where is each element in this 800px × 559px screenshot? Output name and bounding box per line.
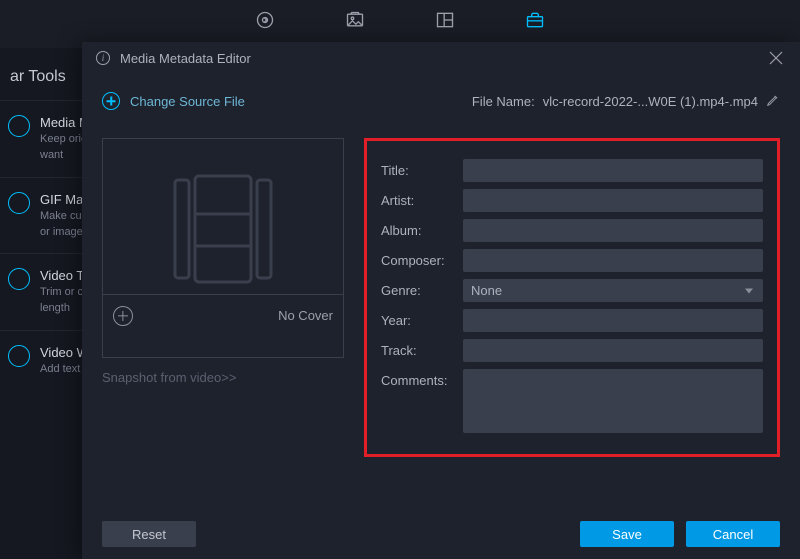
add-cover-row: No Cover <box>103 294 343 336</box>
play-icon[interactable] <box>255 10 275 30</box>
track-label: Track: <box>381 339 453 358</box>
comments-label: Comments: <box>381 369 453 388</box>
sidebar-item-trim[interactable]: Video Tr Trim or c length <box>0 253 88 330</box>
reset-button[interactable]: Reset <box>102 521 196 547</box>
sidebar-item-desc: length <box>40 301 88 315</box>
sidebar: ar Tools Media M Keep orig want GIF Mak … <box>0 48 88 559</box>
title-input[interactable] <box>463 159 763 182</box>
composer-input[interactable] <box>463 249 763 272</box>
modal-header: i Media Metadata Editor <box>82 42 800 74</box>
sidebar-item-desc: Trim or c <box>40 285 88 299</box>
cover-frame: No Cover <box>102 138 344 358</box>
sidebar-item-media[interactable]: Media M Keep orig want <box>0 100 88 177</box>
album-input[interactable] <box>463 219 763 242</box>
genre-label: Genre: <box>381 279 453 298</box>
file-name-label: File Name: <box>472 94 535 109</box>
change-source-label: Change Source File <box>130 94 245 109</box>
plus-icon <box>102 92 120 110</box>
track-input[interactable] <box>463 339 763 362</box>
modal-footer: Reset Save Cancel <box>82 509 800 559</box>
media-icon <box>8 115 30 137</box>
year-input[interactable] <box>463 309 763 332</box>
composer-label: Composer: <box>381 249 453 268</box>
toolbox-icon[interactable] <box>525 10 545 30</box>
modal-body: No Cover Snapshot from video>> Title: Ar… <box>82 128 800 457</box>
comments-textarea[interactable] <box>463 369 763 433</box>
change-source-button[interactable]: Change Source File <box>102 92 245 110</box>
media-metadata-editor-modal: i Media Metadata Editor Change Source Fi… <box>82 42 800 559</box>
modal-topbar: Change Source File File Name: vlc-record… <box>82 74 800 128</box>
file-name-display: File Name: vlc-record-2022-...W0E (1).mp… <box>472 93 780 110</box>
layout-icon[interactable] <box>435 10 455 30</box>
sidebar-item-title: Video Tr <box>40 268 88 283</box>
sidebar-item-gif[interactable]: GIF Mak Make cus or image <box>0 177 88 254</box>
title-label: Title: <box>381 159 453 178</box>
trim-icon <box>8 268 30 290</box>
metadata-form: Title: Artist: Album: Composer: Genre: N… <box>364 138 780 457</box>
gif-icon <box>8 192 30 214</box>
album-label: Album: <box>381 219 453 238</box>
save-button[interactable]: Save <box>580 521 674 547</box>
pencil-icon[interactable] <box>766 93 780 110</box>
artist-label: Artist: <box>381 189 453 208</box>
cover-column: No Cover Snapshot from video>> <box>102 138 344 457</box>
close-icon[interactable] <box>766 48 786 68</box>
no-cover-label: No Cover <box>278 308 333 323</box>
genre-select[interactable]: None <box>463 279 763 302</box>
sidebar-item-watermark[interactable]: Video W Add text <box>0 330 88 390</box>
genre-value: None <box>471 283 502 298</box>
year-label: Year: <box>381 309 453 328</box>
add-cover-button[interactable] <box>113 306 133 326</box>
cover-placeholder-icon <box>173 174 273 284</box>
snapshot-from-video-link[interactable]: Snapshot from video>> <box>102 370 344 385</box>
file-name-value: vlc-record-2022-...W0E (1).mp4-.mp4 <box>543 94 758 109</box>
artist-input[interactable] <box>463 189 763 212</box>
watermark-icon <box>8 345 30 367</box>
info-icon: i <box>96 51 110 65</box>
cancel-button[interactable]: Cancel <box>686 521 780 547</box>
image-icon[interactable] <box>345 10 365 30</box>
top-nav <box>0 0 800 40</box>
modal-title: Media Metadata Editor <box>120 51 756 66</box>
sidebar-heading: ar Tools <box>0 60 88 100</box>
